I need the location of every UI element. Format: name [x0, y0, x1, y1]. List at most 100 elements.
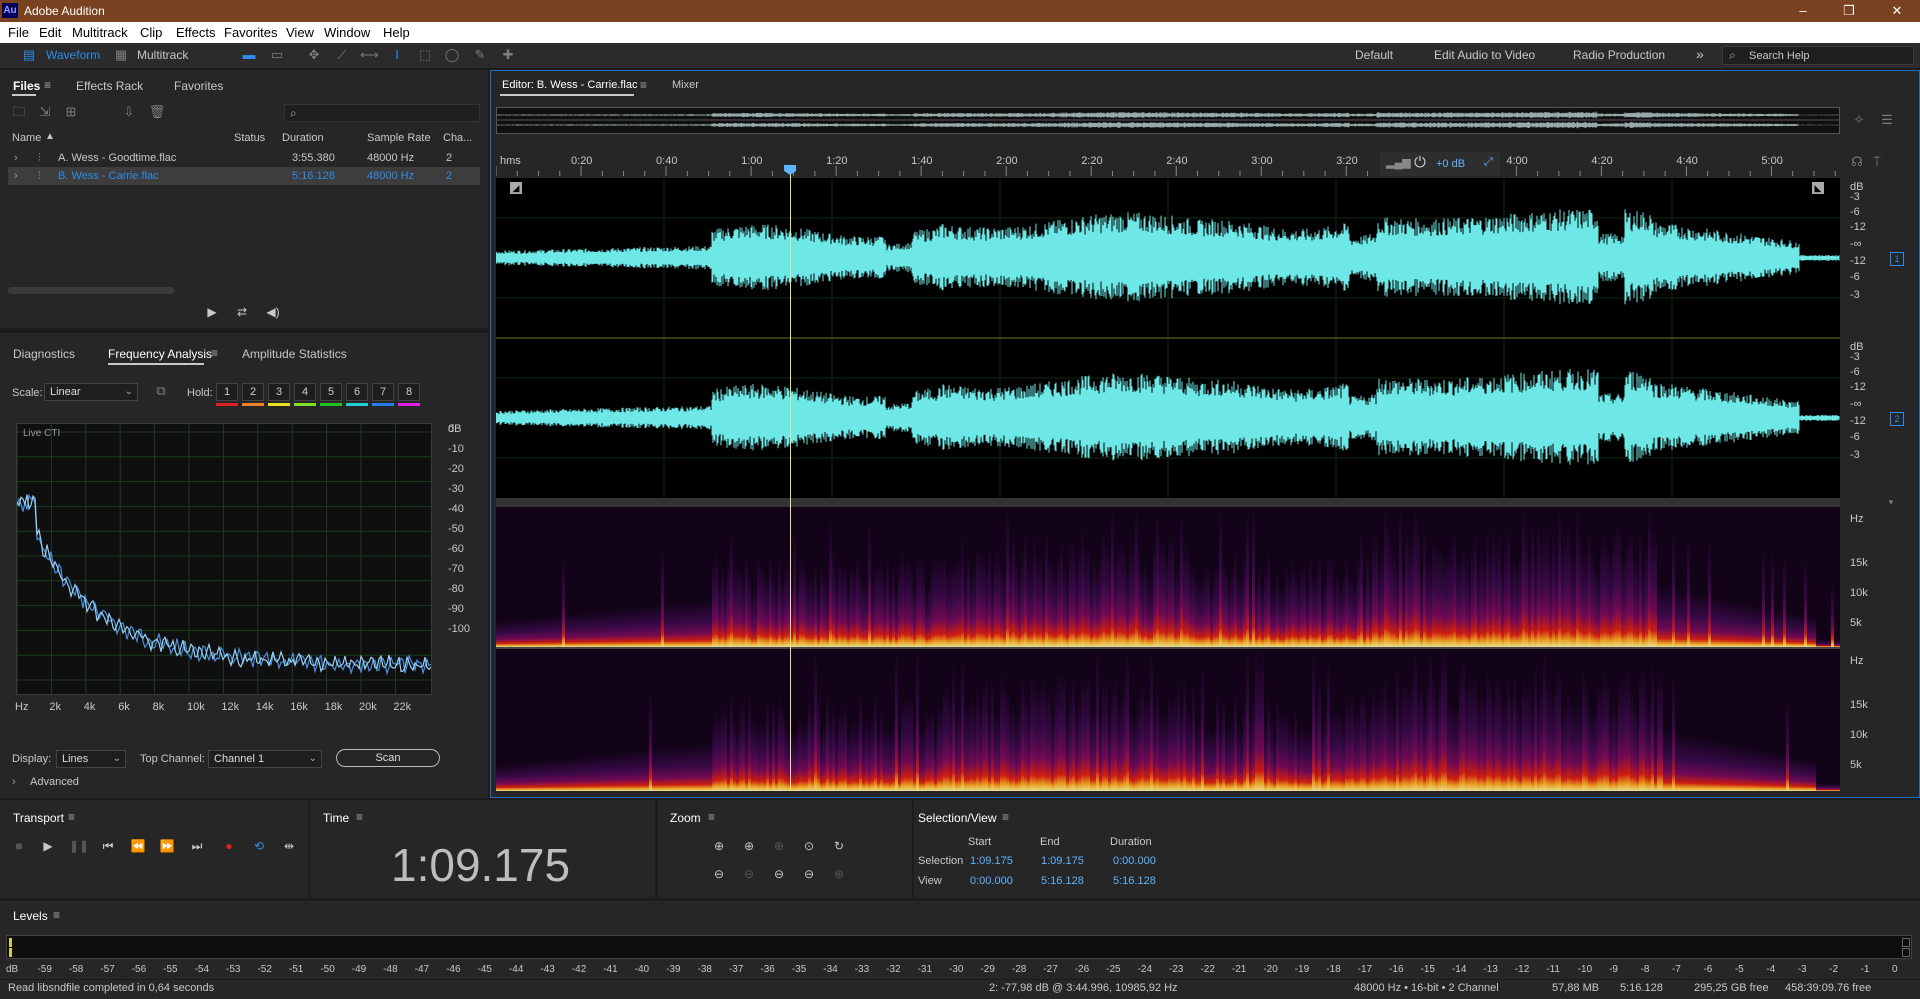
hold-button-1[interactable]: 1	[216, 383, 238, 401]
clip-indicator-1[interactable]	[1902, 938, 1910, 947]
view-start[interactable]: 0:00.000	[970, 875, 1013, 887]
more-workspaces-icon[interactable]: »	[1696, 46, 1704, 62]
advanced-toggle[interactable]: Advanced	[30, 776, 79, 788]
stop-icon[interactable]: ■	[10, 838, 28, 854]
marquee-tool-icon[interactable]: ⬚	[416, 47, 434, 63]
top-channel-dropdown[interactable]: Channel 1 ⌄	[208, 750, 322, 768]
hold-button-7[interactable]: 7	[372, 383, 394, 401]
menu-help[interactable]: Help	[383, 25, 410, 40]
tab-frequency-analysis[interactable]: Frequency Analysis	[108, 347, 212, 361]
zoom-out-full-icon[interactable]: ⊖	[770, 866, 788, 882]
zoom-in-time-icon[interactable]: ⊕	[740, 838, 758, 854]
view-duration[interactable]: 5:16.128	[1113, 875, 1156, 887]
column-channels[interactable]: Cha...	[443, 132, 472, 144]
menu-multitrack[interactable]: Multitrack	[72, 25, 128, 40]
search-help-field[interactable]: ⌕ Search Help	[1722, 46, 1914, 65]
collapse-icon[interactable]: ◣	[1812, 182, 1824, 194]
panel-menu-icon[interactable]: ≡	[640, 78, 647, 92]
loop-playback-icon[interactable]: ⟲	[250, 838, 268, 854]
open-file-icon[interactable]: 🗀	[10, 104, 28, 120]
marker-icon[interactable]: ⍑	[1868, 154, 1886, 170]
horizontal-scrollbar[interactable]	[8, 287, 174, 294]
scale-dropdown[interactable]: Linear ⌄	[44, 383, 138, 401]
pin-icon[interactable]: ⤢	[1484, 156, 1493, 169]
menu-favorites[interactable]: Favorites	[224, 25, 277, 40]
tab-amplitude-statistics[interactable]: Amplitude Statistics	[242, 347, 347, 361]
expand-icon[interactable]: ◢	[510, 182, 522, 194]
spectral-pitch-icon[interactable]: ▭	[268, 47, 286, 63]
new-file-icon[interactable]: ⊞	[62, 104, 80, 120]
workspace-edit-audio-to-video[interactable]: Edit Audio to Video	[1434, 48, 1535, 62]
hold-button-8[interactable]: 8	[398, 383, 420, 401]
channel-2-toggle[interactable]: 2	[1890, 412, 1904, 426]
file-row[interactable]: › ⫶ A. Wess - Goodtime.flac 3:55.380 480…	[8, 149, 480, 167]
panel-menu-icon[interactable]: ≡	[211, 346, 218, 360]
tab-effects-rack[interactable]: Effects Rack	[76, 79, 143, 93]
hold-button-4[interactable]: 4	[294, 383, 316, 401]
menu-effects[interactable]: Effects	[176, 25, 216, 40]
playhead-line[interactable]	[790, 168, 792, 791]
delete-file-icon[interactable]: 🗑	[148, 104, 166, 120]
headphones-icon[interactable]: ☊	[1848, 154, 1866, 170]
hold-button-6[interactable]: 6	[346, 383, 368, 401]
zoom-reset-icon[interactable]: ↻	[830, 838, 848, 854]
panel-options-icon[interactable]: ☰	[1878, 112, 1896, 128]
panel-menu-icon[interactable]: ≡	[68, 810, 75, 824]
scan-button[interactable]: Scan	[336, 749, 440, 767]
file-row-selected[interactable]: › ⫶ B. Wess - Carrie.flac 5:16.128 48000…	[8, 167, 480, 185]
waveform-area[interactable]: ◢ ◣	[496, 178, 1840, 498]
hold-button-5[interactable]: 5	[320, 383, 342, 401]
minimize-button[interactable]: –	[1786, 2, 1820, 20]
panel-menu-icon[interactable]: ≡	[356, 810, 363, 824]
column-status[interactable]: Status	[234, 132, 265, 144]
chevron-down-icon[interactable]: ▾	[1882, 494, 1900, 510]
expand-icon[interactable]: ›	[14, 170, 18, 182]
panel-menu-icon[interactable]: ≡	[53, 908, 60, 922]
expand-icon[interactable]: ›	[14, 152, 18, 164]
fast-forward-icon[interactable]: ⏩	[158, 838, 176, 854]
selection-duration[interactable]: 0:00.000	[1113, 855, 1156, 867]
display-dropdown[interactable]: Lines ⌄	[56, 750, 126, 768]
skip-selection-icon[interactable]: ⇹	[280, 838, 298, 854]
record-icon[interactable]: ●	[220, 838, 238, 854]
insert-multitrack-icon[interactable]: ⇩	[120, 104, 138, 120]
loop-preview-icon[interactable]: ⇄	[233, 304, 251, 320]
zoom-selection-out-icon[interactable]: ⊖	[800, 866, 818, 882]
files-search-input[interactable]: ⌕	[284, 104, 480, 122]
clip-indicator-2[interactable]	[1902, 948, 1910, 957]
zoom-in-amplitude-icon[interactable]: ⊕	[710, 838, 728, 854]
zoom-out-time-icon[interactable]: ⊖	[740, 866, 758, 882]
panel-menu-icon[interactable]: ≡	[1002, 810, 1009, 824]
play-preview-icon[interactable]: ▶	[203, 304, 221, 320]
tab-editor[interactable]: Editor: B. Wess - Carrie.flac	[502, 79, 638, 91]
current-time-display[interactable]: 1:09.175	[391, 838, 570, 892]
menu-file[interactable]: File	[8, 25, 29, 40]
lasso-tool-icon[interactable]: ◯	[443, 47, 461, 63]
multitrack-button[interactable]: Multitrack	[137, 48, 188, 62]
restore-button[interactable]: ❐	[1832, 2, 1866, 20]
brush-tool-icon[interactable]: ✎	[471, 47, 489, 63]
skip-to-start-icon[interactable]: ⏮	[99, 838, 117, 854]
column-name[interactable]: Name	[12, 132, 41, 144]
close-button[interactable]: ✕	[1880, 2, 1914, 20]
tab-files[interactable]: Files	[13, 79, 40, 93]
move-tool-icon[interactable]: ✥	[305, 47, 323, 63]
view-end[interactable]: 5:16.128	[1041, 875, 1084, 887]
workspace-default[interactable]: Default	[1355, 48, 1393, 62]
waveform-button[interactable]: Waveform	[46, 48, 100, 62]
channel-1-toggle[interactable]: 1	[1890, 252, 1904, 266]
pause-icon[interactable]: ❚❚	[69, 838, 89, 854]
panel-menu-icon[interactable]: ≡	[44, 78, 51, 92]
gain-value[interactable]: +0 dB	[1436, 158, 1465, 170]
zoom-in-point-icon[interactable]: ⊕	[770, 838, 788, 854]
zoom-to-selection-icon[interactable]: ⊙	[800, 838, 818, 854]
workspace-radio-production[interactable]: Radio Production	[1573, 48, 1665, 62]
tab-diagnostics[interactable]: Diagnostics	[13, 347, 75, 361]
zoom-out-amplitude-icon[interactable]: ⊖	[710, 866, 728, 882]
play-icon[interactable]: ▶	[39, 838, 57, 854]
volume-knob-icon[interactable]: ⏻	[1414, 154, 1426, 171]
tab-mixer[interactable]: Mixer	[672, 79, 699, 91]
selection-end[interactable]: 1:09.175	[1041, 855, 1084, 867]
zoom-out-full-icon[interactable]: ✧	[1850, 112, 1868, 128]
autoplay-icon[interactable]: ◀)	[264, 304, 282, 320]
